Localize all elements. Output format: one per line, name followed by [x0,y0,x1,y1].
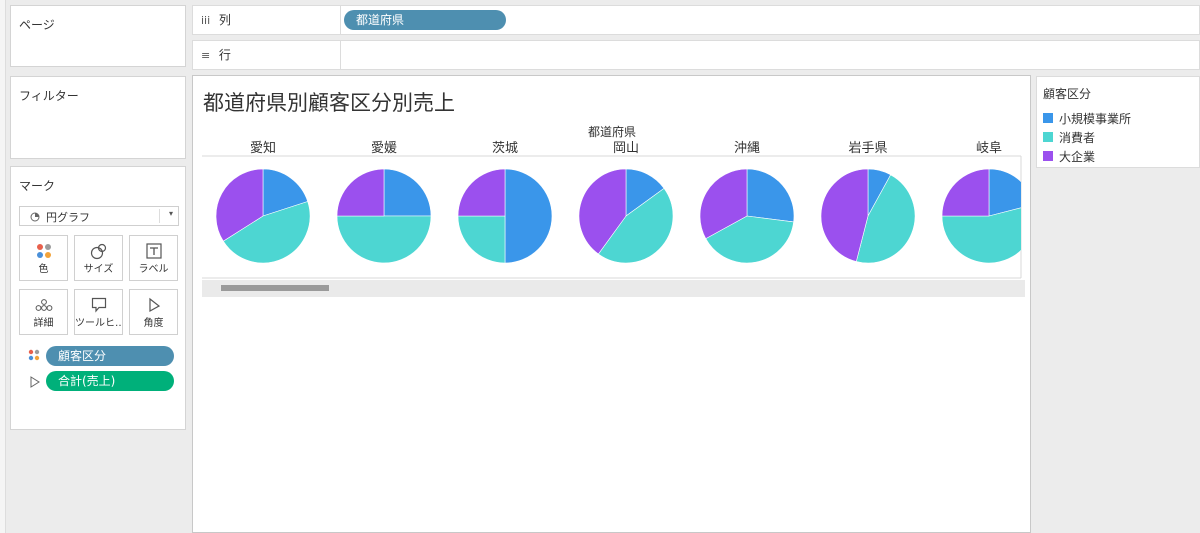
legend-item-label: 大企業 [1059,149,1096,164]
horizontal-scrollbar[interactable] [202,280,1025,297]
worksheet-view: 都道府県別顧客区分別売上 都道府県 愛知 愛媛 茨城 岡山 沖縄 岩手県 岐阜 [192,75,1031,533]
detail-button[interactable]: 詳細 [19,289,68,335]
rows-label-text: 行 [218,48,231,62]
category-label[interactable]: 岐阜 [976,140,1002,156]
mark-type-label: 円グラフ [46,211,90,224]
pages-card-title: ページ [19,18,55,32]
columns-label-text: 列 [218,13,231,27]
detail-button-label: 詳細 [33,318,54,329]
chart-title: 都道府県別顧客区分別売上 [203,91,455,115]
legend-item-label: 消費者 [1059,130,1096,145]
color-dots-icon [20,242,67,260]
category-label[interactable]: 愛知 [250,140,276,156]
columns-shelf-label: iii 列 [193,6,341,34]
color-button[interactable]: 色 [19,235,68,281]
filters-card-title: フィルター [19,89,79,103]
label-icon [130,242,177,260]
scrollbar-thumb[interactable] [221,285,329,291]
legend-item-enterprise[interactable]: 大企業 [1043,148,1095,164]
pie-slice[interactable] [336,215,432,264]
sum-sales-pill-label: 合計(売上) [58,374,116,388]
marks-card: マーク 円グラフ ▾ 色 サイズ ラベル 詳細 ツールヒ… 角度 顧客区分 合計… [10,166,186,430]
category-label[interactable]: 茨城 [492,141,518,156]
mark-type-dropdown[interactable]: 円グラフ ▾ [19,206,179,226]
size-button-label: サイズ [83,264,114,275]
pie-slice[interactable] [988,168,1030,217]
size-button[interactable]: サイズ [74,235,123,281]
legend-item-consumer[interactable]: 消費者 [1043,129,1095,145]
pie-chart-icon [30,211,40,225]
size-icon [75,242,122,260]
detail-icon [20,296,67,314]
angle-button-label: 角度 [143,318,164,329]
color-legend: 顧客区分 小規模事業所 消費者 大企業 [1036,76,1200,168]
pill-angle-icon [30,376,40,391]
label-button[interactable]: ラベル [129,235,178,281]
left-edge-strip [0,0,6,533]
pill-color-dots-icon [28,349,40,364]
pie-slice[interactable] [941,168,990,217]
marks-card-title: マーク [19,179,56,193]
sum-sales-pill[interactable]: 合計(売上) [46,371,174,391]
label-button-label: ラベル [138,264,169,275]
customer-segment-pill[interactable]: 顧客区分 [46,346,174,366]
pie-pane [215,168,1030,264]
dropdown-divider [159,209,160,223]
pie-group: 愛知 愛媛 茨城 岡山 沖縄 岩手県 岐阜 [215,140,1030,264]
pie-slice[interactable] [383,168,432,217]
pie-chart-grid: 都道府県別顧客区分別売上 都道府県 愛知 愛媛 茨城 岡山 沖縄 岩手県 岐阜 [202,91,1030,279]
pages-card: ページ [10,5,186,67]
pie-slice[interactable] [504,168,553,264]
tooltip-button[interactable]: ツールヒ… [74,289,123,335]
filters-card[interactable]: フィルター [10,76,186,159]
angle-button[interactable]: 角度 [129,289,178,335]
tooltip-icon [75,296,122,314]
legend-title: 顧客区分 [1043,87,1092,101]
legend-swatch [1043,132,1053,142]
rows-shelf-label: ≡ 行 [193,41,341,69]
legend-swatch [1043,113,1053,123]
category-label[interactable]: 沖縄 [734,141,760,156]
columns-icon: iii [201,14,211,27]
tooltip-button-label: ツールヒ… [75,318,122,329]
angle-icon [130,296,177,314]
legend-swatch [1043,151,1053,161]
chevron-down-icon: ▾ [168,209,173,218]
category-label[interactable]: 岡山 [613,141,639,156]
customer-segment-pill-label: 顧客区分 [58,349,107,363]
column-header-title: 都道府県 [588,124,636,139]
prefecture-column-pill-label: 都道府県 [356,13,405,27]
legend-item-label: 小規模事業所 [1059,111,1132,126]
pie-slice[interactable] [746,168,795,223]
pie-slice[interactable] [336,168,385,217]
color-button-label: 色 [38,264,49,275]
pie-slice[interactable] [457,168,506,217]
category-label[interactable]: 岩手県 [848,141,887,156]
rows-icon: ≡ [201,49,211,62]
columns-shelf[interactable]: iii 列 都道府県 [192,5,1200,35]
category-label[interactable]: 愛媛 [371,141,397,156]
pie-slice[interactable] [457,215,506,264]
rows-shelf[interactable]: ≡ 行 [192,40,1200,70]
legend-item-small-business[interactable]: 小規模事業所 [1043,110,1131,126]
prefecture-column-pill[interactable]: 都道府県 [344,10,506,30]
